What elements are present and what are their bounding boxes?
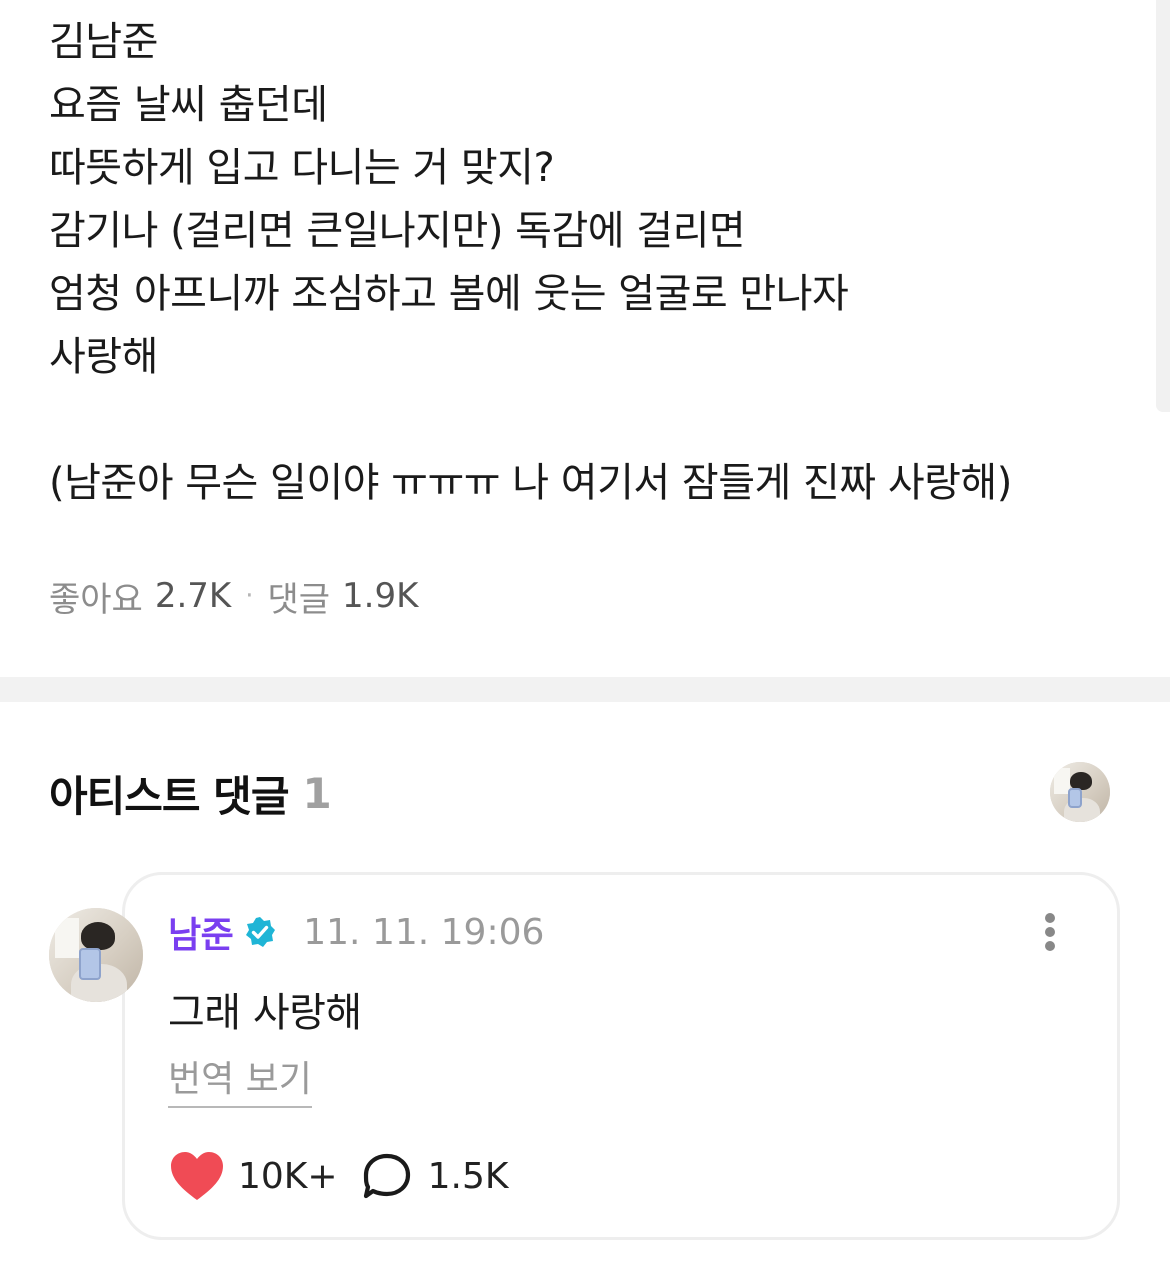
post-text-line: 김남준	[49, 19, 158, 65]
post-stats: 좋아요 2.7K · 댓글 1.9K	[49, 576, 418, 620]
comment-header: 남준 11. 11. 19:06	[168, 911, 545, 957]
comments-label[interactable]: 댓글	[267, 572, 330, 621]
translate-link[interactable]: 번역 보기	[168, 1050, 312, 1108]
post-text-line: 감기나 (걸리면 큰일나지만) 독감에 걸리면	[49, 208, 746, 254]
verified-badge-icon	[243, 915, 277, 949]
comment-reply-count: 1.5K	[427, 1155, 509, 1197]
likes-count[interactable]: 2.7K	[155, 576, 231, 616]
comment-text: 그래 사랑해	[168, 990, 362, 1036]
stats-separator: ·	[245, 581, 254, 611]
comment-actions: 10K+ 1.5K	[168, 1148, 508, 1204]
section-divider	[0, 677, 1170, 702]
comment-author-avatar[interactable]	[49, 908, 143, 1002]
scrollbar-thumb[interactable]	[1156, 0, 1170, 412]
comment-author-name[interactable]: 남준	[168, 906, 234, 958]
comments-count[interactable]: 1.9K	[342, 576, 418, 616]
artist-avatar-icon[interactable]	[1050, 762, 1110, 822]
post-text-line: 엄청 아프니까 조심하고 봄에 웃는 얼굴로 만나자	[49, 271, 849, 317]
heart-icon[interactable]	[168, 1149, 226, 1203]
artist-comments-header: 아티스트 댓글 1	[49, 768, 332, 821]
more-vertical-icon[interactable]	[1038, 910, 1062, 954]
post-text-line: 요즘 날씨 춥던데	[49, 82, 328, 128]
section-title: 아티스트 댓글	[49, 771, 289, 821]
post-body: 김남준 요즘 날씨 춥던데 따뜻하게 입고 다니는 거 맞지? 감기나 (걸리면…	[0, 0, 1170, 677]
speech-bubble-icon[interactable]	[362, 1152, 412, 1200]
likes-label[interactable]: 좋아요	[49, 572, 143, 621]
post-text-line: (남준아 무슨 일이야 ㅠㅠㅠ 나 여기서 잠들게 진짜 사랑해)	[49, 460, 1012, 506]
post-text-line: 사랑해	[49, 334, 158, 380]
post-text-line: 따뜻하게 입고 다니는 거 맞지?	[49, 145, 555, 191]
comment-timestamp: 11. 11. 19:06	[303, 911, 545, 953]
comment-like-count: 10K+	[238, 1155, 338, 1197]
section-count: 1	[302, 768, 332, 818]
